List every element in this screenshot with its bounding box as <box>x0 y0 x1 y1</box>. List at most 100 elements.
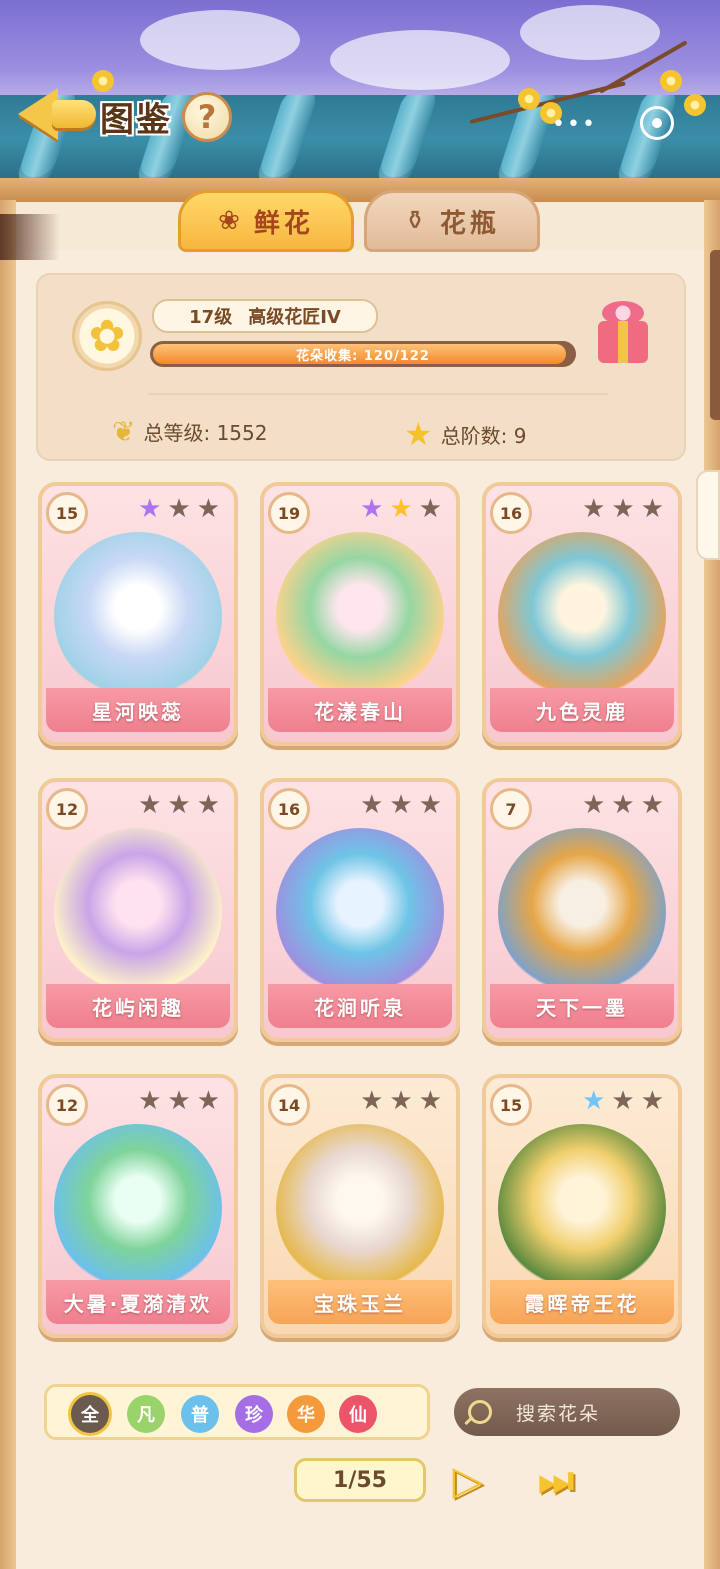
star-icon: ★ <box>360 1086 384 1116</box>
last-page-button[interactable]: ⏭ <box>528 1456 584 1506</box>
close-target-icon[interactable] <box>640 106 674 140</box>
flower-card[interactable]: 15 ★ ★ ★ 霞晖帝王花 <box>482 1074 682 1338</box>
vase-icon: ⚱ <box>404 206 430 236</box>
more-dots-icon[interactable]: ••• <box>552 112 597 137</box>
tab-label: 花瓶 <box>439 208 500 239</box>
card-level-badge: 16 <box>268 788 310 830</box>
card-level-badge: 12 <box>46 1084 88 1126</box>
star-icon: ★ <box>418 494 442 524</box>
card-level-badge: 15 <box>490 1084 532 1126</box>
player-level: 17级 <box>189 307 233 328</box>
card-name: 花屿闲趣 <box>46 984 230 1028</box>
next-icon: ▷ <box>452 1458 484 1504</box>
star-icon: ★ <box>360 790 384 820</box>
flower-illustration <box>54 1124 222 1292</box>
star-icon: ★ <box>389 1086 413 1116</box>
collection-progress-bar: 花朵收集: 120/122 <box>150 341 576 367</box>
flower-card[interactable]: 19 ★ ★ ★ 花漾春山 <box>260 482 460 746</box>
star-icon: ★ <box>611 494 635 524</box>
star-icon: ★ <box>138 1086 162 1116</box>
card-stars: ★ ★ ★ <box>360 1088 442 1114</box>
total-stage-text: 总阶数: 9 <box>440 423 527 448</box>
rarity-filter-bar: 全 凡 普 珍 华 仙 <box>44 1384 430 1440</box>
flower-card[interactable]: 16 ★ ★ ★ 花涧听泉 <box>260 778 460 1042</box>
card-level-badge: 7 <box>490 788 532 830</box>
tab-vases[interactable]: ⚱ 花瓶 <box>364 190 540 252</box>
level-ribbon: 17级 高级花匠IV <box>152 299 378 333</box>
tab-label: 鲜花 <box>253 208 314 239</box>
filter-immortal[interactable]: 仙 <box>339 1395 377 1433</box>
total-level-text: 总等级: 1552 <box>143 421 268 445</box>
rose-icon: ❀ <box>218 206 244 236</box>
flower-card[interactable]: 15 ★ ★ ★ 星河映蕊 <box>38 482 238 746</box>
star-icon: ★ <box>167 790 191 820</box>
card-stars: ★ ★ ★ <box>138 1088 220 1114</box>
flower-card[interactable]: 16 ★ ★ ★ 九色灵鹿 <box>482 482 682 746</box>
card-stars: ★ ★ ★ <box>138 496 220 522</box>
card-name: 花漾春山 <box>268 688 452 732</box>
collection-label: 花朵收集: 120/122 <box>296 348 430 364</box>
card-stars: ★ ★ ★ <box>360 792 442 818</box>
star-icon: ★ <box>389 790 413 820</box>
next-page-button[interactable]: ▷ <box>440 1456 496 1506</box>
sprout-icon: ❦ <box>112 415 136 448</box>
filter-all[interactable]: 全 <box>71 1395 109 1433</box>
card-level-badge: 12 <box>46 788 88 830</box>
star-icon: ★ <box>582 1086 606 1116</box>
flower-card[interactable]: 12 ★ ★ ★ 大暑·夏漪清欢 <box>38 1074 238 1338</box>
card-stars: ★ ★ ★ <box>360 496 442 522</box>
card-name: 九色灵鹿 <box>490 688 674 732</box>
cloud <box>140 10 300 70</box>
filter-common[interactable]: 凡 <box>127 1395 165 1433</box>
star-icon: ★ <box>360 494 384 524</box>
card-stars: ★ ★ ★ <box>582 1088 664 1114</box>
help-button[interactable]: ? <box>182 92 232 142</box>
total-stage-stat: ★ 总阶数: 9 <box>404 415 527 453</box>
flower-illustration <box>498 828 666 996</box>
card-name: 霞晖帝王花 <box>490 1280 674 1324</box>
flower-card[interactable]: 14 ★ ★ ★ 宝珠玉兰 <box>260 1074 460 1338</box>
flower-emblem-icon: ✿ <box>72 301 142 371</box>
card-name: 花涧听泉 <box>268 984 452 1028</box>
card-stars: ★ ★ ★ <box>138 792 220 818</box>
card-name: 天下一墨 <box>490 984 674 1028</box>
side-pet-tab[interactable] <box>696 470 720 560</box>
last-page-icon: ⏭ <box>538 1458 574 1504</box>
card-name: 星河映蕊 <box>46 688 230 732</box>
filter-rare[interactable]: 珍 <box>235 1395 273 1433</box>
star-icon: ★ <box>389 494 413 524</box>
filter-splendid[interactable]: 华 <box>287 1395 325 1433</box>
filter-normal[interactable]: 普 <box>181 1395 219 1433</box>
player-rank: 高级花匠IV <box>248 307 341 328</box>
frame-left <box>0 200 16 1569</box>
card-name: 大暑·夏漪清欢 <box>46 1280 230 1324</box>
star-icon: ★ <box>196 790 220 820</box>
gift-box-button[interactable] <box>592 299 652 365</box>
divider <box>148 393 608 395</box>
card-level-badge: 19 <box>268 492 310 534</box>
flower-card[interactable]: 7 ★ ★ ★ 天下一墨 <box>482 778 682 1042</box>
cloud <box>330 30 510 90</box>
mini-program-capsule: ••• <box>520 98 700 150</box>
star-icon: ★ <box>640 1086 664 1116</box>
flower-illustration <box>498 1124 666 1292</box>
osmanthus-blossom-icon <box>660 70 682 92</box>
flower-card[interactable]: 12 ★ ★ ★ 花屿闲趣 <box>38 778 238 1042</box>
star-icon: ★ <box>640 790 664 820</box>
tab-flowers[interactable]: ❀ 鲜花 <box>178 190 354 252</box>
search-input[interactable]: 搜索花朵 <box>454 1388 680 1436</box>
cloud <box>520 5 660 60</box>
flower-illustration <box>276 1124 444 1292</box>
flower-illustration <box>498 532 666 700</box>
back-button[interactable] <box>18 82 96 142</box>
search-icon <box>468 1400 492 1424</box>
flower-illustration <box>276 828 444 996</box>
star-icon: ★ <box>582 790 606 820</box>
profile-card: ✿ 17级 高级花匠IV 花朵收集: 120/122 ❦ 总等级: 1552 ★… <box>36 273 686 461</box>
star-icon: ★ <box>167 494 191 524</box>
star-icon: ★ <box>611 1086 635 1116</box>
card-level-badge: 15 <box>46 492 88 534</box>
star-icon: ★ <box>138 494 162 524</box>
star-icon: ★ <box>640 494 664 524</box>
star-icon: ★ <box>196 494 220 524</box>
